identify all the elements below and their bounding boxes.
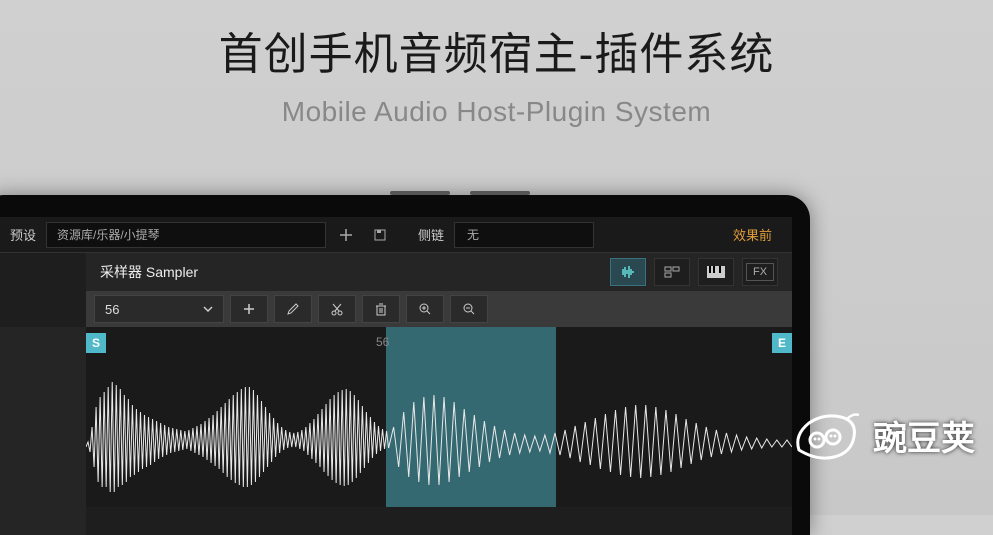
- sampler-title: 采样器 Sampler: [100, 262, 602, 282]
- sample-select-value: 56: [105, 302, 119, 317]
- sample-edit-toolbar: 56: [86, 291, 792, 327]
- fx-tab-label: FX: [746, 263, 774, 281]
- pea-pod-icon: [789, 405, 861, 465]
- preset-toolbar: 预设 资源库/乐器/小提琴 侧链 无 效果前: [0, 217, 792, 253]
- left-panel-strip: [0, 327, 86, 535]
- waveform-tab[interactable]: [610, 258, 646, 286]
- sidechain-label: 侧链: [414, 225, 448, 244]
- waveform-display[interactable]: S E 56: [86, 327, 792, 507]
- waveform-graphic: [86, 327, 792, 507]
- edit-button[interactable]: [274, 295, 312, 323]
- mapping-tab[interactable]: [654, 258, 690, 286]
- fx-tab[interactable]: FX: [742, 258, 778, 286]
- watermark-brand: 豌豆荚: [873, 411, 975, 460]
- zoom-in-button[interactable]: [406, 295, 444, 323]
- save-preset-button[interactable]: [366, 221, 394, 249]
- sidechain-select[interactable]: 无: [454, 222, 594, 248]
- add-sample-button[interactable]: [230, 295, 268, 323]
- tablet-hardware-button: [470, 191, 530, 195]
- zoom-out-button[interactable]: [450, 295, 488, 323]
- add-preset-button[interactable]: [332, 221, 360, 249]
- preset-label: 预设: [6, 225, 40, 244]
- preset-breadcrumb[interactable]: 资源库/乐器/小提琴: [46, 222, 326, 248]
- tablet-hardware-button: [390, 191, 450, 195]
- delete-button[interactable]: [362, 295, 400, 323]
- sampler-header: 采样器 Sampler FX: [86, 253, 792, 291]
- keyboard-tab[interactable]: [698, 258, 734, 286]
- cut-button[interactable]: [318, 295, 356, 323]
- sample-select-dropdown[interactable]: 56: [94, 295, 224, 323]
- position-marker-label: 56: [376, 335, 389, 349]
- title-chinese: 首创手机音频宿主-插件系统: [0, 18, 993, 82]
- title-english: Mobile Audio Host-Plugin System: [0, 96, 993, 128]
- app-screen: 预设 资源库/乐器/小提琴 侧链 无 效果前 采样器 Sampler: [0, 217, 792, 535]
- tablet-device-frame: 预设 资源库/乐器/小提琴 侧链 无 效果前 采样器 Sampler: [0, 195, 810, 535]
- end-marker[interactable]: E: [772, 333, 792, 353]
- start-marker[interactable]: S: [86, 333, 106, 353]
- watermark: 豌豆荚: [789, 405, 975, 465]
- fx-position-label[interactable]: 效果前: [733, 225, 772, 244]
